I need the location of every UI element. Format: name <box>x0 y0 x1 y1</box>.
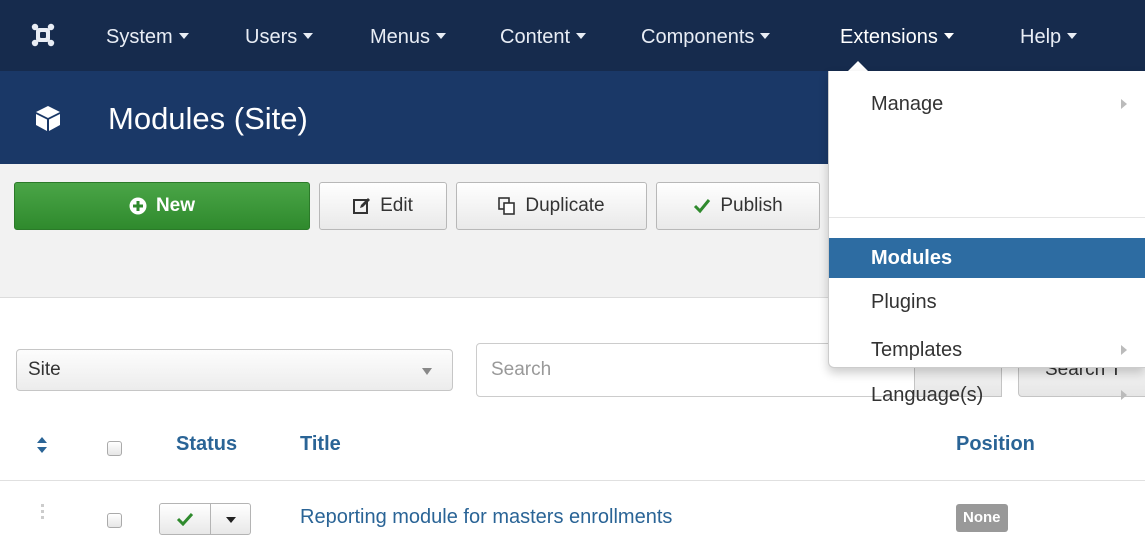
nav-users[interactable]: Users <box>245 26 314 49</box>
nav-content[interactable]: Content <box>500 26 587 49</box>
position-badge: None <box>956 504 1008 532</box>
column-header-status[interactable]: Status <box>176 433 237 456</box>
menu-item-languages[interactable]: Language(s) <box>829 377 1145 413</box>
top-navbar: System Users Menus Content Components Ex… <box>0 0 1145 71</box>
chevron-right-icon <box>1121 345 1127 355</box>
nav-menus[interactable]: Menus <box>370 26 447 49</box>
plus-circle-icon <box>129 197 147 215</box>
menu-item-label: Manage <box>871 93 944 115</box>
published-check-icon[interactable] <box>176 512 194 526</box>
menu-item-modules[interactable]: Modules <box>829 238 1145 278</box>
menu-item-label: Modules <box>871 247 953 269</box>
chevron-right-icon <box>1121 390 1127 400</box>
copy-icon <box>498 197 516 215</box>
client-select-value: Site <box>28 359 61 380</box>
row-divider <box>0 480 1145 481</box>
menu-item-label: Plugins <box>871 291 937 313</box>
extensions-dropdown-menu: Manage Modules Plugins Templates Languag… <box>828 71 1145 406</box>
publish-button-label: Publish <box>720 195 783 216</box>
edit-icon <box>353 198 371 214</box>
column-header-title[interactable]: Title <box>300 433 341 456</box>
duplicate-button-label: Duplicate <box>525 195 605 216</box>
nav-components[interactable]: Components <box>641 26 771 49</box>
publish-button[interactable]: Publish <box>656 182 820 230</box>
chevron-right-icon <box>1121 99 1127 109</box>
client-select[interactable]: Site <box>16 349 453 391</box>
select-all-checkbox[interactable] <box>107 441 122 456</box>
edit-button[interactable]: Edit <box>319 182 447 230</box>
caret-down-icon <box>303 33 314 40</box>
checkmark-icon <box>694 199 711 214</box>
column-header-position[interactable]: Position <box>956 433 1035 456</box>
caret-down-icon <box>1067 33 1078 40</box>
menu-item-templates[interactable]: Templates <box>829 330 1145 370</box>
new-button[interactable]: New <box>14 182 310 230</box>
nav-system[interactable]: System <box>106 26 189 49</box>
caret-down-icon <box>576 33 587 40</box>
drag-handle-icon[interactable] <box>40 503 46 523</box>
dropdown-pointer <box>848 61 868 71</box>
module-title-link[interactable]: Reporting module for masters enrollments <box>300 506 672 529</box>
status-toggle-group <box>159 503 251 535</box>
nav-extensions[interactable]: Extensions <box>840 26 954 49</box>
chevron-down-icon <box>422 368 432 375</box>
caret-down-icon <box>943 33 954 40</box>
edit-button-label: Edit <box>380 195 413 216</box>
caret-down-icon[interactable] <box>226 517 236 523</box>
sort-icon[interactable] <box>36 436 48 454</box>
menu-item-label: Templates <box>871 339 963 361</box>
new-button-label: New <box>155 195 196 216</box>
row-checkbox[interactable] <box>107 513 122 528</box>
caret-down-icon <box>178 33 189 40</box>
status-divider <box>210 504 211 534</box>
caret-down-icon <box>760 33 771 40</box>
menu-item-label: Language(s) <box>871 384 984 406</box>
page-title: Modules (Site) <box>108 101 308 136</box>
duplicate-button[interactable]: Duplicate <box>456 182 647 230</box>
cube-icon <box>36 106 60 131</box>
joomla-logo-icon[interactable] <box>31 23 55 47</box>
menu-item-plugins[interactable]: Plugins <box>829 282 1145 322</box>
menu-divider <box>829 217 1145 218</box>
caret-down-icon <box>436 33 447 40</box>
menu-item-manage[interactable]: Manage <box>829 84 1145 124</box>
nav-help[interactable]: Help <box>1020 26 1078 49</box>
